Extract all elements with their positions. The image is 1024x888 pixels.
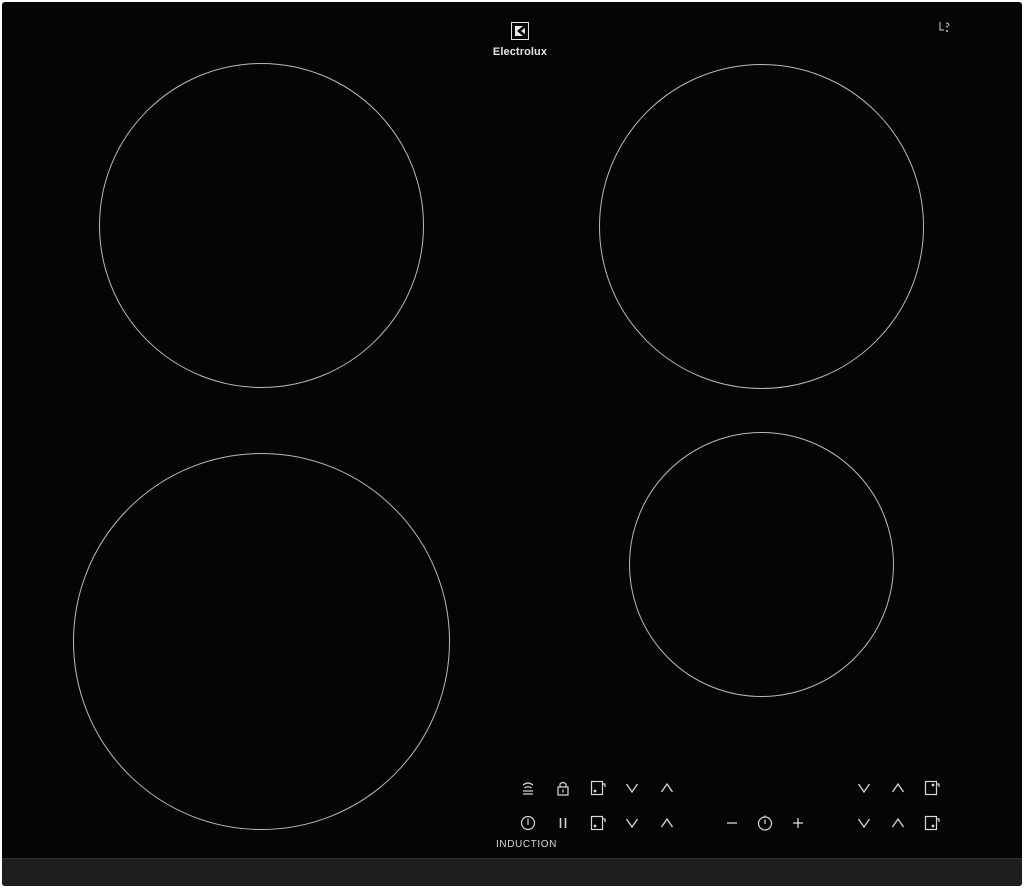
hob2hood-button[interactable]	[519, 779, 537, 797]
pause-button[interactable]	[554, 814, 572, 832]
chevron-down-icon	[625, 783, 639, 794]
brand-logo: Electrolux	[488, 22, 552, 68]
zone-select-front-left-button[interactable]	[589, 814, 607, 832]
lock-button[interactable]	[554, 779, 572, 797]
hob2hood-icon	[522, 782, 534, 795]
power-icon	[520, 815, 536, 831]
plus-icon	[793, 818, 803, 828]
power-decrease-rear-right-button[interactable]	[855, 779, 873, 797]
induction-hob: Electrolux INDUCTION	[2, 2, 1022, 886]
front-edge-trim	[2, 858, 1022, 886]
electrolux-logo-icon	[511, 22, 529, 40]
induction-label: INDUCTION	[496, 839, 557, 850]
power-increase-front-right-button[interactable]	[889, 814, 907, 832]
power-increase-rear-left-button[interactable]	[658, 779, 676, 797]
chevron-up-icon	[660, 782, 674, 793]
timer-button[interactable]	[756, 814, 774, 832]
zone-select-front-right-button[interactable]	[923, 814, 941, 832]
timer-plus-button[interactable]	[789, 814, 807, 832]
zone-select-rear-right-button[interactable]	[923, 779, 941, 797]
hob-hood-link-icon	[939, 22, 950, 32]
chevron-up-icon	[660, 817, 674, 828]
pause-icon	[559, 818, 567, 828]
power-decrease-rear-left-button[interactable]	[623, 779, 641, 797]
zone-select-icon	[924, 780, 940, 796]
power-button[interactable]	[519, 814, 537, 832]
zone-select-rear-left-button[interactable]	[589, 779, 607, 797]
cooking-zone-front-right[interactable]	[629, 432, 894, 697]
cooking-zone-rear-right[interactable]	[599, 64, 924, 389]
power-decrease-front-right-button[interactable]	[855, 814, 873, 832]
chevron-down-icon	[857, 783, 871, 794]
chevron-up-icon	[891, 817, 905, 828]
zone-select-icon	[590, 780, 606, 796]
zone-select-icon	[924, 815, 940, 831]
power-increase-front-left-button[interactable]	[658, 814, 676, 832]
brand-name: Electrolux	[492, 46, 548, 58]
cooking-zone-front-left[interactable]	[73, 453, 450, 830]
timer-icon	[757, 815, 773, 831]
cooking-zone-rear-left[interactable]	[99, 63, 424, 388]
chevron-up-icon	[891, 782, 905, 793]
minus-icon	[727, 822, 737, 824]
lock-icon	[557, 781, 569, 796]
chevron-down-icon	[625, 818, 639, 829]
power-decrease-front-left-button[interactable]	[623, 814, 641, 832]
chevron-down-icon	[857, 818, 871, 829]
power-increase-rear-right-button[interactable]	[889, 779, 907, 797]
timer-minus-button[interactable]	[723, 814, 741, 832]
zone-select-icon	[590, 815, 606, 831]
